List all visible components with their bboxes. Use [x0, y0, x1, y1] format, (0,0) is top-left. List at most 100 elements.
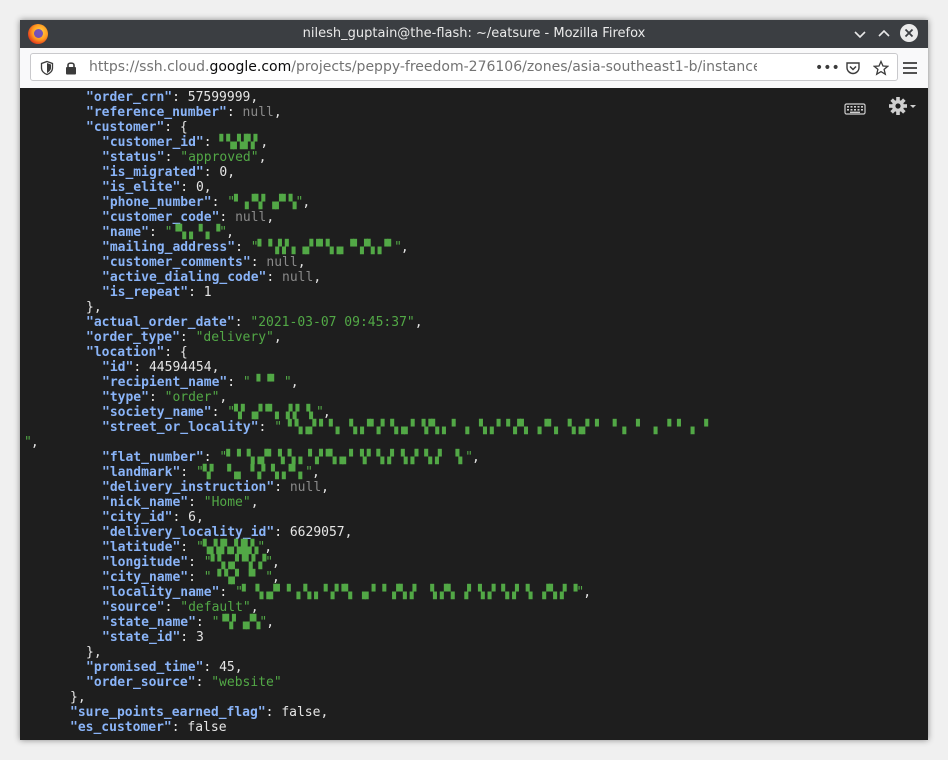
- json-line: "state_name": "▝▚▘▗▞▚",: [102, 615, 274, 630]
- json-punctuation: ,: [250, 495, 259, 510]
- json-punctuation: :: [274, 525, 290, 540]
- json-key: "latitude": [102, 540, 181, 555]
- hamburger-menu-icon[interactable]: [900, 58, 920, 78]
- json-punctuation: :: [226, 105, 243, 120]
- json-value: 3: [195, 630, 204, 645]
- redacted-value: "▘ ▚▗▞▘▝ ▖▚▗ ▘▞▝▚ ▗▖▘▝ ▞▚▗▘ ▝▖▞▚ ▗▘▝▖▞ ▚…: [235, 585, 584, 600]
- json-punctuation: :: [164, 150, 181, 165]
- json-punctuation: ,: [312, 465, 320, 480]
- json-key: "reference_number": [86, 105, 227, 120]
- json-key: "actual_order_date": [86, 315, 235, 330]
- url-prefix: https://ssh.cloud.: [89, 59, 210, 75]
- redacted-value: ▘▚▞▟▚▘: [219, 135, 261, 150]
- json-line: "id": 44594454,: [102, 360, 219, 375]
- json-line: "mailing_address": "▘▝▗▚▘▖▗▞▝▘▚▗▖▝▘▞▚▗▝▘…: [102, 240, 409, 255]
- redacted-value: "▘▗▝▚▘▗▞▘▚": [227, 195, 303, 210]
- json-value: 6: [188, 510, 196, 525]
- json-punctuation: ,: [258, 150, 267, 165]
- json-string-value: "website": [211, 675, 282, 690]
- json-key: "customer_comments": [102, 255, 251, 270]
- json-punctuation: ,: [226, 225, 234, 240]
- json-key: "state_name": [102, 615, 196, 630]
- bookmark-star-icon[interactable]: [873, 60, 889, 76]
- json-line: },: [86, 645, 102, 660]
- json-punctuation: ,: [250, 600, 259, 615]
- minimize-button[interactable]: [850, 24, 870, 44]
- json-key: "type": [102, 390, 149, 405]
- json-key: "customer_id": [102, 135, 204, 150]
- json-key: "customer": [86, 120, 165, 135]
- json-punctuation: ,: [30, 435, 39, 450]
- json-punctuation: },: [70, 690, 86, 705]
- json-null-value: null: [282, 270, 314, 285]
- json-key: "is_migrated": [102, 165, 204, 180]
- page-actions-button[interactable]: •••: [815, 58, 840, 78]
- json-line: "order_type": "delivery",: [86, 330, 282, 345]
- json-punctuation: ,: [266, 210, 275, 225]
- json-null-value: null: [242, 105, 274, 120]
- json-punctuation: :: [266, 270, 283, 285]
- json-punctuation: ,: [313, 270, 322, 285]
- keyboard-icon[interactable]: [844, 102, 866, 116]
- json-string-value: "order": [164, 390, 220, 405]
- json-line: "latitude": "▚▞▟▚▞▟▙▚",: [102, 540, 272, 555]
- url-bar[interactable]: https://ssh.cloud.google.com/projects/pe…: [30, 53, 898, 81]
- json-line: "order_crn": 57599999,: [86, 90, 258, 105]
- json-string-value: "approved": [180, 150, 259, 165]
- json-key: "city_id": [102, 510, 173, 525]
- json-punctuation: ,: [290, 375, 299, 390]
- json-key: "order_source": [86, 675, 196, 690]
- json-punctuation: :: [219, 210, 236, 225]
- json-punctuation: :: [195, 615, 212, 630]
- redacted-value: "▘▚▗▞▝▚▘▞": [203, 555, 273, 570]
- json-line: },: [70, 690, 86, 705]
- json-line: "longitude": "▘▚▗▞▝▚▘▞",: [102, 555, 280, 570]
- json-punctuation: :: [195, 675, 212, 690]
- json-value: false: [187, 720, 227, 735]
- url-text[interactable]: https://ssh.cloud.google.com/projects/pe…: [89, 59, 757, 75]
- json-punctuation: :: [180, 540, 196, 555]
- shield-icon[interactable]: [39, 60, 55, 76]
- lock-icon[interactable]: [63, 60, 79, 76]
- json-punctuation: ,: [266, 615, 275, 630]
- json-line: "landmark": "▚▘ ▝▗▖ ▘▞ ▚▗▝▘▖",: [102, 465, 320, 480]
- json-punctuation: :: [171, 720, 188, 735]
- json-punctuation: :: [133, 360, 149, 375]
- json-punctuation: :: [179, 330, 196, 345]
- json-line: "customer_comments": null,: [102, 255, 306, 270]
- json-line: "customer": {: [86, 120, 188, 135]
- json-line: },: [86, 300, 102, 315]
- settings-gear-icon[interactable]: [888, 96, 916, 116]
- json-punctuation: ,: [321, 480, 329, 495]
- json-key: "source": [102, 600, 165, 615]
- json-key: "location": [86, 345, 165, 360]
- json-line: "order_source": "website": [86, 675, 282, 690]
- json-punctuation: : {: [164, 345, 188, 360]
- json-punctuation: ,: [583, 585, 592, 600]
- terminal-output[interactable]: "order_crn": 57599999, "reference_number"…: [20, 88, 928, 740]
- json-punctuation: :: [203, 165, 220, 180]
- url-domain: google.com: [209, 59, 292, 75]
- json-key: "city_name": [102, 570, 189, 585]
- redacted-value: "▝▚▘▗▞▚": [211, 615, 268, 630]
- json-key: "recipient_name": [102, 375, 228, 390]
- json-line: "is_migrated": 0,: [102, 165, 235, 180]
- title-bar[interactable]: nilesh_guptain@the-flash: ~/eatsure - Mo…: [20, 20, 928, 48]
- redacted-value: "▘▝▗▚▘▖▗▞▝▘▚▗▖▝▘▞▚▗▝▘": [250, 240, 402, 255]
- json-punctuation: ,: [400, 240, 409, 255]
- maximize-button[interactable]: [874, 24, 894, 44]
- json-punctuation: ,: [211, 360, 220, 375]
- json-line: "flat_number": "▘▝ ▚▗▞▘▝▖▚▗ ▘▞▝▚▗▖▘▝▞ ▚▗…: [102, 450, 480, 465]
- pocket-icon[interactable]: [845, 60, 861, 76]
- json-punctuation: :: [211, 195, 228, 210]
- redacted-value: "▚▞▟▚▞▟▙▚": [195, 540, 265, 555]
- navigation-toolbar: https://ssh.cloud.google.com/projects/pe…: [20, 48, 928, 89]
- json-punctuation: :: [172, 90, 188, 105]
- close-button[interactable]: [900, 24, 918, 42]
- json-null-value: null: [289, 480, 322, 495]
- json-key: "promised_time": [86, 660, 204, 675]
- json-punctuation: :: [250, 255, 267, 270]
- json-line: "actual_order_date": "2021-03-07 09:45:3…: [86, 315, 423, 330]
- json-punctuation: ,: [234, 660, 243, 675]
- json-line: "is_repeat": 1: [102, 285, 212, 300]
